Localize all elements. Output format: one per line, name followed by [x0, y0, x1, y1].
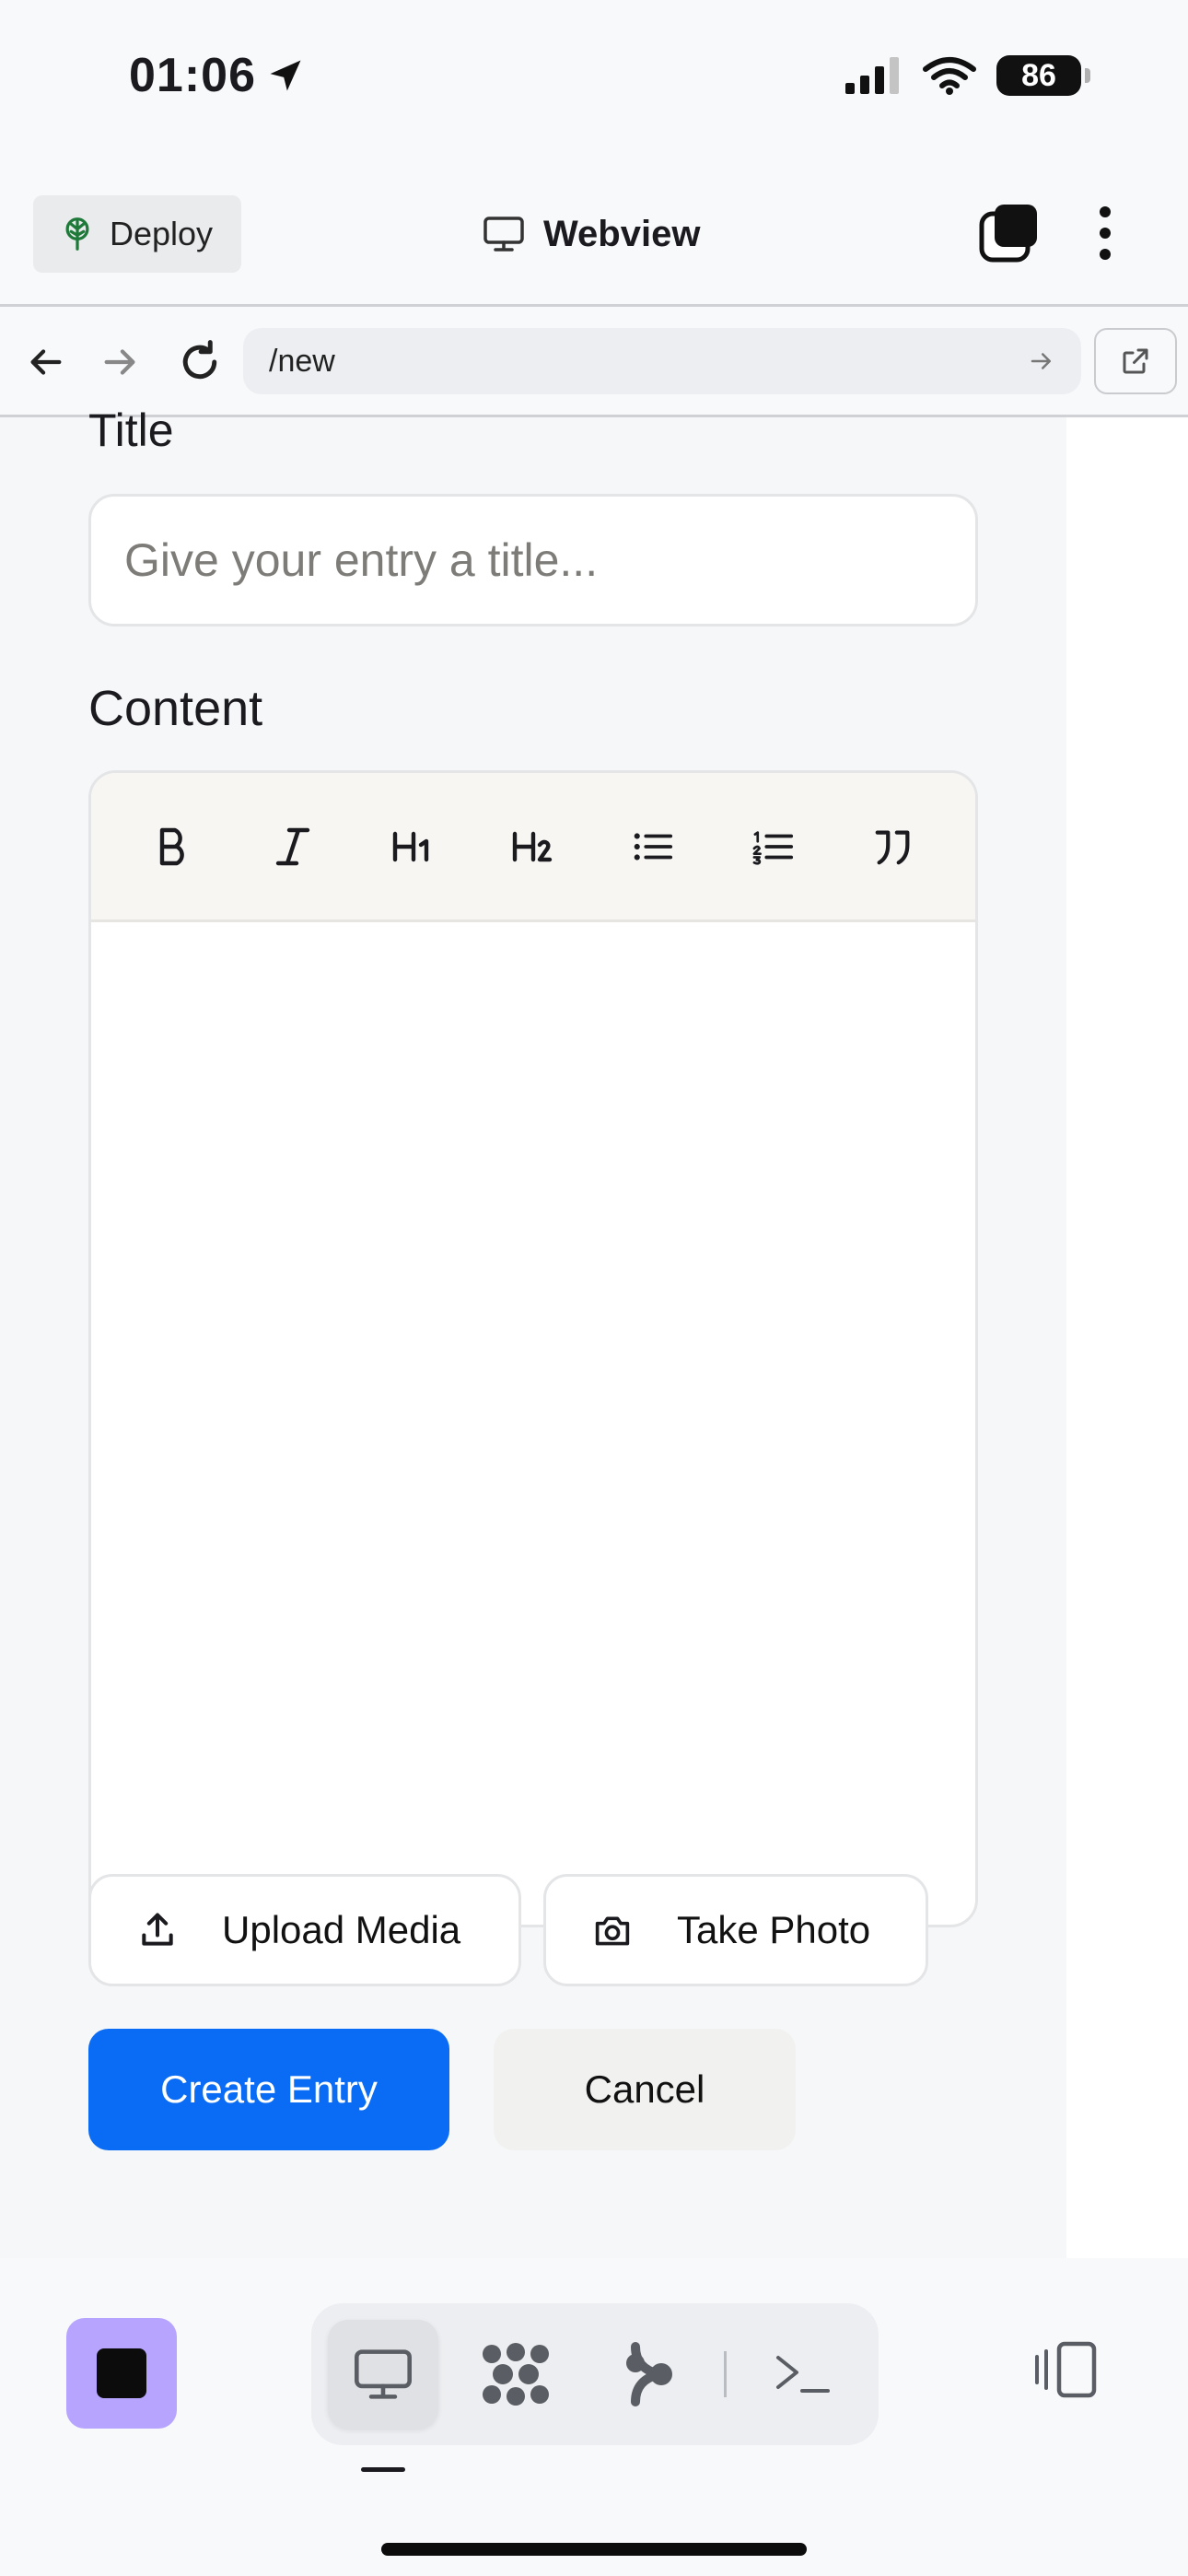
heading2-icon — [512, 831, 553, 861]
heading2-button[interactable] — [492, 805, 575, 888]
editor-toolbar — [91, 773, 975, 922]
header-divider — [0, 304, 1188, 307]
back-arrow-icon[interactable] — [24, 341, 66, 383]
bullet-list-icon — [634, 832, 673, 861]
wifi-icon — [923, 57, 976, 95]
upload-icon — [142, 1913, 173, 1946]
dock-terminal-tab[interactable] — [748, 2320, 858, 2429]
webview-gutter — [1066, 417, 1188, 2258]
bold-button[interactable] — [132, 805, 215, 888]
monitor-icon — [483, 217, 524, 252]
dock-webview-tab[interactable] — [328, 2320, 438, 2429]
stop-icon — [97, 2348, 146, 2398]
take-photo-label: Take Photo — [677, 1908, 871, 1951]
title-label: Title — [88, 404, 174, 456]
status-time-text: 01:06 — [129, 49, 256, 102]
cancel-label: Cancel — [584, 2067, 705, 2111]
content-editor[interactable] — [88, 770, 978, 1927]
dock-branch-tab[interactable] — [593, 2320, 704, 2429]
italic-button[interactable] — [251, 805, 334, 888]
cancel-button[interactable]: Cancel — [494, 2029, 796, 2150]
take-photo-button[interactable]: Take Photo — [543, 1874, 928, 1986]
deploy-label: Deploy — [109, 215, 214, 252]
upload-media-label: Upload Media — [222, 1908, 461, 1951]
header-title: Webview — [483, 208, 700, 260]
bullet-list-button[interactable] — [611, 805, 694, 888]
signal-icon — [845, 57, 899, 94]
dock-grid-tab[interactable] — [460, 2320, 571, 2429]
more-vertical-icon[interactable] — [1089, 205, 1122, 262]
split-view-icon[interactable] — [1030, 2340, 1100, 2399]
location-arrow-icon — [270, 60, 301, 91]
battery-indicator: 86 — [996, 55, 1090, 96]
reload-icon[interactable] — [175, 337, 225, 387]
numbered-list-button[interactable] — [732, 805, 815, 888]
content-label: Content — [88, 681, 263, 736]
deploy-button[interactable]: Deploy — [33, 195, 241, 273]
battery-level: 86 — [1021, 57, 1056, 93]
go-arrow-icon[interactable] — [1028, 347, 1055, 375]
monitor-icon — [355, 2349, 412, 2399]
header-title-text: Webview — [543, 213, 701, 254]
quote-button[interactable] — [852, 805, 935, 888]
numbered-list-icon — [752, 830, 793, 865]
active-tab-indicator — [361, 2467, 405, 2472]
stop-button[interactable] — [66, 2318, 177, 2429]
external-link-icon — [1123, 348, 1148, 374]
dock-separator — [724, 2351, 727, 2397]
branch-icon — [626, 2342, 672, 2406]
tree-icon — [65, 217, 89, 251]
tabs-icon[interactable] — [978, 203, 1039, 263]
create-entry-button[interactable]: Create Entry — [88, 2029, 449, 2150]
camera-icon — [595, 1916, 630, 1946]
title-input[interactable] — [88, 494, 978, 626]
home-indicator — [381, 2543, 807, 2556]
heading1-button[interactable] — [372, 805, 455, 888]
terminal-icon — [776, 2356, 830, 2393]
url-text: /new — [269, 343, 335, 379]
open-external-button[interactable] — [1094, 328, 1177, 394]
grid-dots-icon — [483, 2343, 549, 2406]
italic-icon — [276, 827, 310, 865]
create-entry-label: Create Entry — [160, 2067, 378, 2111]
quote-icon — [875, 830, 910, 864]
upload-media-button[interactable]: Upload Media — [88, 1874, 521, 1986]
status-indicators: 86 — [844, 55, 1090, 96]
url-input[interactable]: /new — [243, 328, 1081, 394]
status-time: 01:06 — [129, 48, 306, 103]
bold-icon — [159, 827, 184, 865]
forward-arrow-icon[interactable] — [99, 341, 142, 383]
heading1-icon — [392, 831, 428, 861]
